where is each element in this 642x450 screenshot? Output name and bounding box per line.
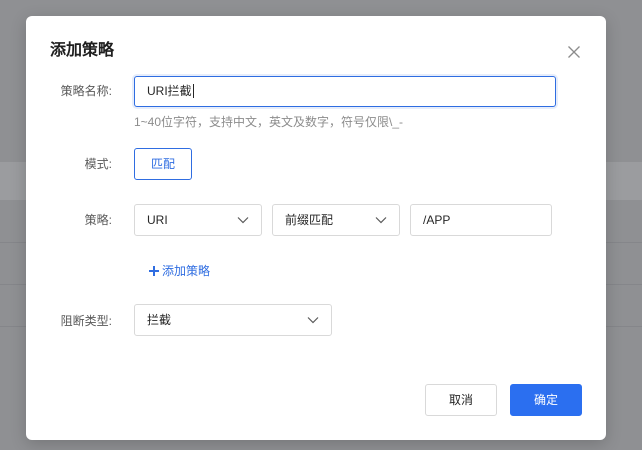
policy-label: 策略: xyxy=(84,213,112,227)
cancel-button[interactable]: 取消 xyxy=(425,384,497,416)
close-icon xyxy=(568,46,580,58)
policy-name-input[interactable]: URI拦截 xyxy=(134,76,556,107)
add-policy-modal: 添加策略 策略名称: URI拦截 1~40位字符，支持中文，英文及数字，符号仅限… xyxy=(26,16,606,440)
chevron-down-icon xyxy=(375,217,387,224)
policy-value-input[interactable]: /APP xyxy=(410,204,552,236)
mode-label: 模式: xyxy=(84,157,112,171)
policy-match-value: 前缀匹配 xyxy=(285,213,334,227)
confirm-button[interactable]: 确定 xyxy=(510,384,582,416)
policy-value-text: /APP xyxy=(423,213,451,227)
block-type-select[interactable]: 拦截 xyxy=(134,304,332,336)
plus-icon xyxy=(149,266,159,276)
text-caret xyxy=(192,84,194,98)
policy-match-select[interactable]: 前缀匹配 xyxy=(272,204,400,236)
policy-name-value: URI拦截 xyxy=(147,84,192,98)
chevron-down-icon xyxy=(307,317,319,324)
block-type-value: 拦截 xyxy=(147,313,172,327)
add-policy-link[interactable]: 添加策略 xyxy=(148,262,210,280)
policy-field-value: URI xyxy=(147,213,168,227)
modal-title: 添加策略 xyxy=(50,42,115,59)
add-policy-label: 添加策略 xyxy=(162,264,211,278)
policy-field-select[interactable]: URI xyxy=(134,204,262,236)
policy-name-label: 策略名称: xyxy=(60,84,112,98)
block-type-label: 阻断类型: xyxy=(60,314,112,328)
close-button[interactable] xyxy=(564,42,584,62)
policy-name-hint: 1~40位字符，支持中文，英文及数字，符号仅限\_- xyxy=(134,115,404,129)
mode-match-button[interactable]: 匹配 xyxy=(134,148,192,180)
chevron-down-icon xyxy=(237,217,249,224)
